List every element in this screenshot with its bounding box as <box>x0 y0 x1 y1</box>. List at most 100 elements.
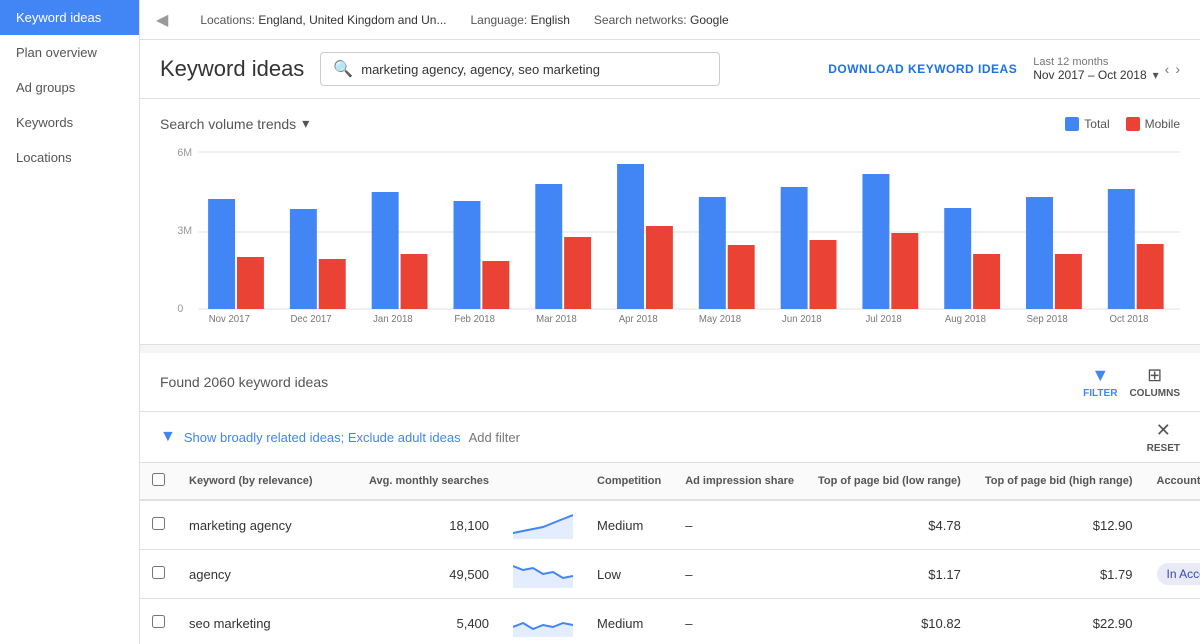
svg-text:May 2018: May 2018 <box>699 314 742 324</box>
date-range-value: Nov 2017 – Oct 2018 <box>1033 68 1146 82</box>
date-range-label: Last 12 months <box>1033 56 1158 68</box>
svg-text:Feb 2018: Feb 2018 <box>454 314 495 324</box>
keyword-table: Keyword (by relevance) Avg. monthly sear… <box>140 463 1200 644</box>
row-keyword-2: seo marketing <box>177 599 357 644</box>
row-ad-impression-2: – <box>673 599 806 644</box>
chart-legend: Total Mobile <box>1065 117 1180 131</box>
chart-header: Search volume trends ▾ Total Mobile <box>160 115 1180 132</box>
svg-text:Jul 2018: Jul 2018 <box>865 314 902 324</box>
topbar: ◀ Locations: England, United Kingdom and… <box>140 0 1200 40</box>
header-avg-monthly: Avg. monthly searches <box>357 463 501 500</box>
row-account-status-2 <box>1145 599 1200 644</box>
chart-container: 6M 3M 0 Nov 2017 Dec 2017 <box>160 144 1180 324</box>
svg-text:0: 0 <box>177 303 183 315</box>
bar-chart: 6M 3M 0 Nov 2017 Dec 2017 <box>160 144 1180 324</box>
row-ad-impression-0: – <box>673 500 806 550</box>
header-competition: Competition <box>585 463 673 500</box>
bar-nov17-mobile <box>237 257 264 309</box>
svg-text:Apr 2018: Apr 2018 <box>619 314 659 324</box>
row-checkbox-0[interactable] <box>152 517 165 530</box>
row-bid-high-1: $1.79 <box>973 550 1145 599</box>
header-keyword: Keyword (by relevance) <box>177 463 357 500</box>
filter-row: ▼ Show broadly related ideas; Exclude ad… <box>140 412 1200 463</box>
sidebar-item-locations[interactable]: Locations <box>0 140 139 175</box>
row-trend-1 <box>501 550 585 599</box>
row-keyword-0: marketing agency <box>177 500 357 550</box>
topbar-networks: Search networks: Google <box>594 13 729 27</box>
date-next-button[interactable]: › <box>1175 61 1180 77</box>
row-bid-high-0: $12.90 <box>973 500 1145 550</box>
chart-title-toggle[interactable]: Search volume trends ▾ <box>160 115 309 132</box>
row-checkbox-col <box>140 550 177 599</box>
svg-text:Jan 2018: Jan 2018 <box>373 314 413 324</box>
reset-icon: ✕ <box>1156 420 1171 441</box>
svg-text:Jun 2018: Jun 2018 <box>782 314 822 324</box>
row-trend-0 <box>501 500 585 550</box>
filter-icon: ▼ <box>1091 365 1109 386</box>
search-input[interactable] <box>361 62 707 77</box>
row-avg-1: 49,500 <box>357 550 501 599</box>
sidebar-item-keyword-ideas[interactable]: Keyword ideas <box>0 0 139 35</box>
header-bid-high: Top of page bid (high range) <box>973 463 1145 500</box>
row-account-status-1: In Account <box>1145 550 1200 599</box>
svg-text:Dec 2017: Dec 2017 <box>291 314 332 324</box>
date-prev-button[interactable]: ‹ <box>1165 61 1170 77</box>
date-range-selector: Last 12 months Nov 2017 – Oct 2018 ▾ ‹ › <box>1033 56 1180 82</box>
page-title: Keyword ideas <box>160 56 304 82</box>
sidebar: Keyword ideas Plan overview Ad groups Ke… <box>0 0 140 644</box>
header-row: Keyword ideas 🔍 DOWNLOAD KEYWORD IDEAS L… <box>140 40 1200 99</box>
row-keyword-1: agency <box>177 550 357 599</box>
topbar-locations: Locations: England, United Kingdom and U… <box>200 13 446 27</box>
svg-text:Oct 2018: Oct 2018 <box>1110 314 1150 324</box>
table-header: Keyword (by relevance) Avg. monthly sear… <box>140 463 1200 500</box>
date-dropdown-icon[interactable]: ▾ <box>1153 68 1159 82</box>
found-text: Found 2060 keyword ideas <box>160 374 1071 390</box>
row-checkbox-1[interactable] <box>152 566 165 579</box>
columns-icon: ⊞ <box>1147 365 1162 386</box>
row-checkbox-col <box>140 500 177 550</box>
download-button[interactable]: DOWNLOAD KEYWORD IDEAS <box>828 62 1017 76</box>
sidebar-item-ad-groups[interactable]: Ad groups <box>0 70 139 105</box>
legend-mobile: Mobile <box>1126 117 1180 131</box>
search-box[interactable]: 🔍 <box>320 52 720 86</box>
row-avg-0: 18,100 <box>357 500 501 550</box>
row-checkbox-col <box>140 599 177 644</box>
add-filter-button[interactable]: Add filter <box>469 430 520 445</box>
row-competition-0: Medium <box>585 500 673 550</box>
reset-button[interactable]: ✕ RESET <box>1147 420 1180 454</box>
row-checkbox-2[interactable] <box>152 615 165 628</box>
columns-button[interactable]: ⊞ COLUMNS <box>1129 365 1180 399</box>
content-area: Keyword ideas 🔍 DOWNLOAD KEYWORD IDEAS L… <box>140 40 1200 644</box>
svg-text:Sep 2018: Sep 2018 <box>1027 314 1069 324</box>
filter-link[interactable]: Show broadly related ideas; Exclude adul… <box>184 430 461 445</box>
table-row: seo marketing 5,400 Medium – $10.82 $22.… <box>140 599 1200 644</box>
svg-text:3M: 3M <box>177 225 192 237</box>
topbar-language: Language: English <box>470 13 569 27</box>
row-bid-low-2: $10.82 <box>806 599 973 644</box>
header-ad-impression: Ad impression share <box>673 463 806 500</box>
search-icon: 🔍 <box>333 59 353 79</box>
row-competition-1: Low <box>585 550 673 599</box>
sidebar-item-keywords[interactable]: Keywords <box>0 105 139 140</box>
header-checkbox-col <box>140 463 177 500</box>
select-all-checkbox[interactable] <box>152 473 165 486</box>
filter-button[interactable]: ▼ FILTER <box>1083 365 1117 399</box>
legend-total-color <box>1065 117 1079 131</box>
row-ad-impression-1: – <box>673 550 806 599</box>
header-account-status: Account status <box>1145 463 1200 500</box>
chart-section: Search volume trends ▾ Total Mobile <box>140 99 1200 345</box>
chart-dropdown-icon: ▾ <box>302 115 309 132</box>
in-account-badge: In Account <box>1157 563 1200 585</box>
table-row: marketing agency 18,100 Medium – $4.78 $… <box>140 500 1200 550</box>
svg-text:6M: 6M <box>177 147 192 159</box>
filter-funnel-icon: ▼ <box>160 428 176 446</box>
sidebar-item-plan-overview[interactable]: Plan overview <box>0 35 139 70</box>
svg-text:Nov 2017: Nov 2017 <box>209 314 250 324</box>
svg-text:Aug 2018: Aug 2018 <box>945 314 987 324</box>
header-bid-low: Top of page bid (low range) <box>806 463 973 500</box>
legend-total: Total <box>1065 117 1109 131</box>
back-button[interactable]: ◀ <box>156 10 168 30</box>
row-competition-2: Medium <box>585 599 673 644</box>
row-bid-high-2: $22.90 <box>973 599 1145 644</box>
row-bid-low-0: $4.78 <box>806 500 973 550</box>
